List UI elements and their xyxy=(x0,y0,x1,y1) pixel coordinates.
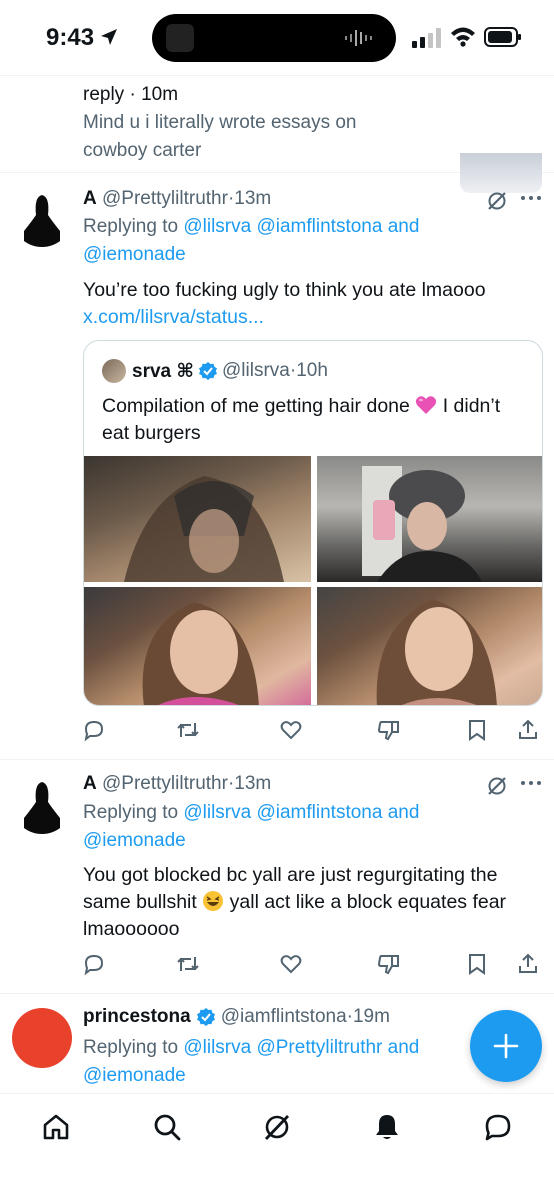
more-icon[interactable] xyxy=(520,780,542,786)
dislike-icon[interactable] xyxy=(377,952,401,976)
retweet-icon[interactable] xyxy=(176,718,200,742)
replying-to: Replying to @lilsrva @Prettyliltruthr an… xyxy=(83,1037,420,1086)
location-arrow-icon xyxy=(101,29,117,45)
tweet-actions xyxy=(82,718,542,744)
tweet-header: A @Prettyliltruthr·13m xyxy=(83,773,272,794)
tweet-text: Mind u i literally wrote essays on cowbo… xyxy=(83,112,357,161)
avatar-silhouette xyxy=(12,187,72,247)
dynamic-island xyxy=(152,14,396,62)
author-name[interactable]: princestona xyxy=(83,1006,191,1028)
grok-icon[interactable] xyxy=(486,775,508,797)
photo-3-image xyxy=(142,602,259,705)
avatar[interactable] xyxy=(12,774,72,834)
tweet-time: 13m xyxy=(234,773,272,794)
quote-time: 10h xyxy=(296,360,328,381)
tweet-time: 13m xyxy=(234,188,272,209)
battery-icon xyxy=(484,27,521,47)
like-icon[interactable] xyxy=(279,952,303,976)
photo-1[interactable] xyxy=(84,456,311,582)
tweet[interactable]: A @Prettyliltruthr·13m Replying to @lils… xyxy=(0,760,554,994)
signal-icon xyxy=(412,28,441,48)
photo-3[interactable] xyxy=(84,587,311,705)
verified-icon xyxy=(199,362,218,380)
quote-author-handle: @lilsrva xyxy=(222,360,290,381)
tweet-actions xyxy=(82,952,542,978)
author-handle[interactable]: @iamflintstona xyxy=(221,1006,347,1028)
quote-author-name: srva ⌘ xyxy=(132,360,195,382)
pink-heart-emoji-icon xyxy=(416,396,437,414)
status-bar: 9:43 xyxy=(0,0,554,76)
tweet[interactable]: A @Prettyliltruthr·13m Replying to @lils… xyxy=(0,173,554,760)
author-handle[interactable]: @Prettyliltruthr xyxy=(102,188,228,209)
mention-link[interactable]: @iemonade xyxy=(83,1065,186,1086)
bookmark-icon[interactable] xyxy=(465,718,489,742)
mention-link[interactable]: @iemonade xyxy=(83,244,186,265)
mention-links[interactable]: @lilsrva @iamflintstona xyxy=(183,216,382,237)
reply-icon[interactable] xyxy=(82,952,106,976)
status-link[interactable]: x.com/lilsrva/status... xyxy=(83,306,264,328)
wifi-icon xyxy=(451,27,475,47)
quote-text: Compilation of me getting hair done I di… xyxy=(102,395,501,444)
replying-to: Replying to @lilsrva @iamflintstona and … xyxy=(83,216,420,265)
notifications-icon[interactable] xyxy=(372,1112,402,1142)
quote-avatar xyxy=(102,359,126,383)
status-time: 9:43 xyxy=(46,24,95,51)
reply-icon[interactable] xyxy=(82,718,106,742)
dislike-icon[interactable] xyxy=(377,718,401,742)
quote-tweet[interactable]: srva ⌘ @lilsrva · 10h Compilation of me ge… xyxy=(83,340,543,706)
tweet-text: You’re too fucking ugly to think you ate… xyxy=(83,279,486,328)
tweet-header: A @Prettyliltruthr·13m xyxy=(83,188,272,209)
quote-header: srva ⌘ @lilsrva · 10h xyxy=(102,359,328,383)
verified-icon xyxy=(196,1008,215,1026)
share-icon[interactable] xyxy=(516,952,540,976)
grok-nav-icon[interactable] xyxy=(262,1112,292,1142)
photo-2[interactable] xyxy=(317,456,542,582)
share-icon[interactable] xyxy=(516,718,540,742)
photo-4[interactable] xyxy=(317,587,542,705)
author-handle[interactable]: @Prettyliltruthr xyxy=(102,773,228,794)
mention-links[interactable]: @lilsrva @iamflintstona xyxy=(183,802,382,823)
camera-icon xyxy=(166,24,194,52)
tweet-time: 19m xyxy=(352,1006,390,1027)
partial-tweet[interactable]: reply · 10m Mind u i literally wrote ess… xyxy=(0,76,554,193)
home-icon[interactable] xyxy=(41,1112,71,1142)
author-name[interactable]: A xyxy=(83,188,97,209)
retweet-icon[interactable] xyxy=(176,952,200,976)
search-icon[interactable] xyxy=(152,1112,182,1142)
avatar-silhouette xyxy=(12,774,72,834)
mention-link[interactable]: @iemonade xyxy=(83,830,186,851)
grinning-squinting-emoji-icon xyxy=(203,891,224,911)
more-icon[interactable] xyxy=(520,195,542,201)
tweet-meta: reply · 10m xyxy=(83,84,179,105)
mention-links[interactable]: @lilsrva @Prettyliltruthr xyxy=(183,1037,382,1058)
audio-wave-icon xyxy=(345,30,372,46)
author-name[interactable]: A xyxy=(83,773,97,794)
tweet-text: You got blocked bc yall are just regurgi… xyxy=(83,864,507,940)
tweet-header: princestona @iamflintstona · 19m xyxy=(83,1006,390,1028)
bookmark-icon[interactable] xyxy=(465,952,489,976)
compose-plus-icon xyxy=(493,1033,519,1059)
photo-2-image xyxy=(362,466,482,582)
messages-icon[interactable] xyxy=(483,1112,513,1142)
like-icon[interactable] xyxy=(279,718,303,742)
avatar[interactable] xyxy=(12,187,72,247)
grok-icon[interactable] xyxy=(486,190,508,212)
avatar[interactable] xyxy=(12,1008,72,1068)
photo-grid xyxy=(84,456,542,705)
photo-1-image xyxy=(124,476,284,582)
replying-to: Replying to @lilsrva @iamflintstona and … xyxy=(83,802,420,851)
photo-4-image xyxy=(376,599,497,705)
bottom-nav xyxy=(0,1093,554,1200)
compose-button[interactable] xyxy=(470,1010,542,1082)
